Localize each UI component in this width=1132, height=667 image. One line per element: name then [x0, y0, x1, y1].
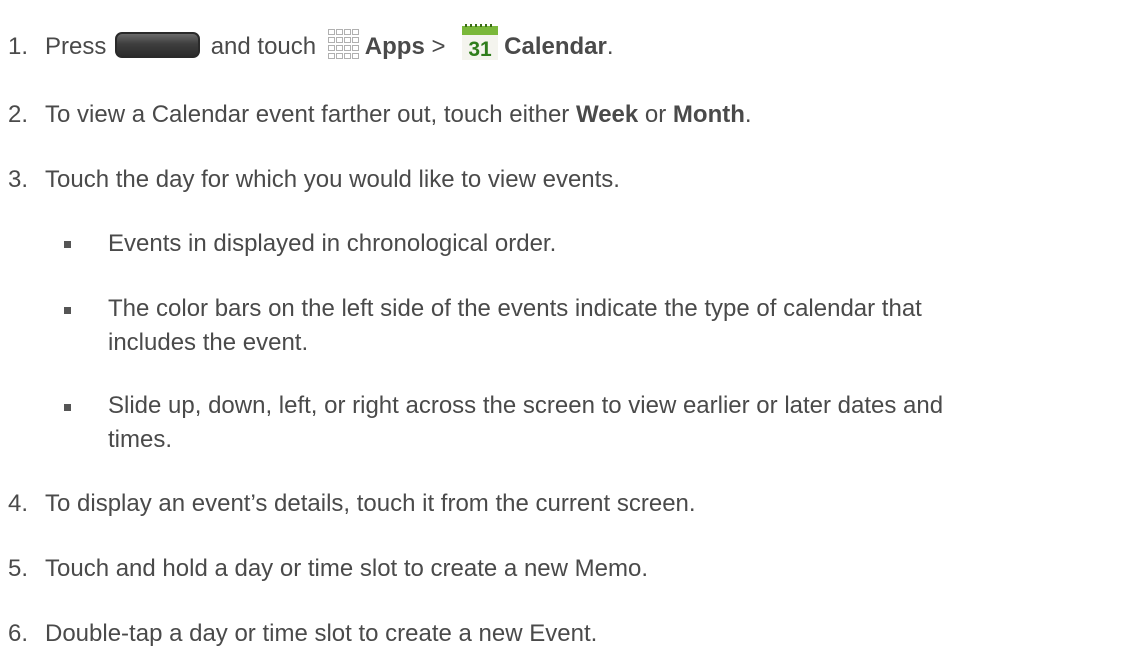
step-number: 3. [8, 166, 29, 193]
step-number: 4. [8, 490, 29, 517]
step-1-end: . [606, 33, 614, 60]
step-4: 4. To display an event’s details, touch i… [8, 489, 696, 519]
calendar-label: Calendar [504, 33, 607, 60]
bullet-marker [64, 404, 71, 411]
step-number: 1. [8, 33, 29, 60]
step-number: 6. [8, 620, 29, 647]
bullet-2-line-2: includes the event. [108, 329, 309, 356]
bullet-1: Events in displayed in chronological ord… [108, 229, 556, 259]
step-6-text: Double-tap a day or time slot to create … [45, 620, 598, 647]
step-4-text: To display an event’s details, touch it … [45, 490, 696, 517]
bullet-marker [64, 307, 71, 314]
bullet-1-line-1: Events in displayed in chronological ord… [108, 230, 557, 257]
step-2-text: To view a Calendar event farther out, to… [45, 101, 570, 128]
month-label: Month [672, 101, 745, 128]
bullet-3-line-1: Slide up, down, left, or right across th… [108, 392, 944, 419]
step-2-end: . [744, 101, 752, 128]
and-touch-text: and touch [210, 33, 317, 60]
bullet-2-line-1: The color bars on the left side of the e… [108, 295, 922, 322]
step-3-text: Touch the day for which you would like t… [45, 166, 620, 193]
step-1: 1. Press and touch Apps > 31 Calendar. [8, 22, 614, 62]
step-5-text: Touch and hold a day or time slot to cre… [45, 555, 648, 582]
bullet-3-line-2: times. [108, 426, 173, 453]
apps-label: Apps [364, 33, 425, 60]
separator: > [431, 33, 446, 60]
bullet-2: The color bars on the left side of the e… [108, 294, 922, 358]
step-2: 2. To view a Calendar event farther out, … [8, 100, 752, 130]
apps-grid-icon [327, 28, 361, 62]
home-key-icon [115, 32, 201, 58]
bullet-marker [64, 241, 71, 248]
week-label: Week [575, 101, 639, 128]
calendar-icon-day: 31 [468, 38, 492, 61]
bullet-3: Slide up, down, left, or right across th… [108, 391, 943, 455]
step-3: 3. Touch the day for which you would like… [8, 165, 620, 195]
calendar-icon: 31 [460, 22, 500, 62]
step-6: 6. Double-tap a day or time slot to creat… [8, 619, 597, 649]
or-text: or [644, 101, 667, 128]
step-number: 5. [8, 555, 29, 582]
step-number: 2. [8, 101, 29, 128]
step-5: 5. Touch and hold a day or time slot to c… [8, 554, 648, 584]
press-text: Press [45, 33, 107, 60]
